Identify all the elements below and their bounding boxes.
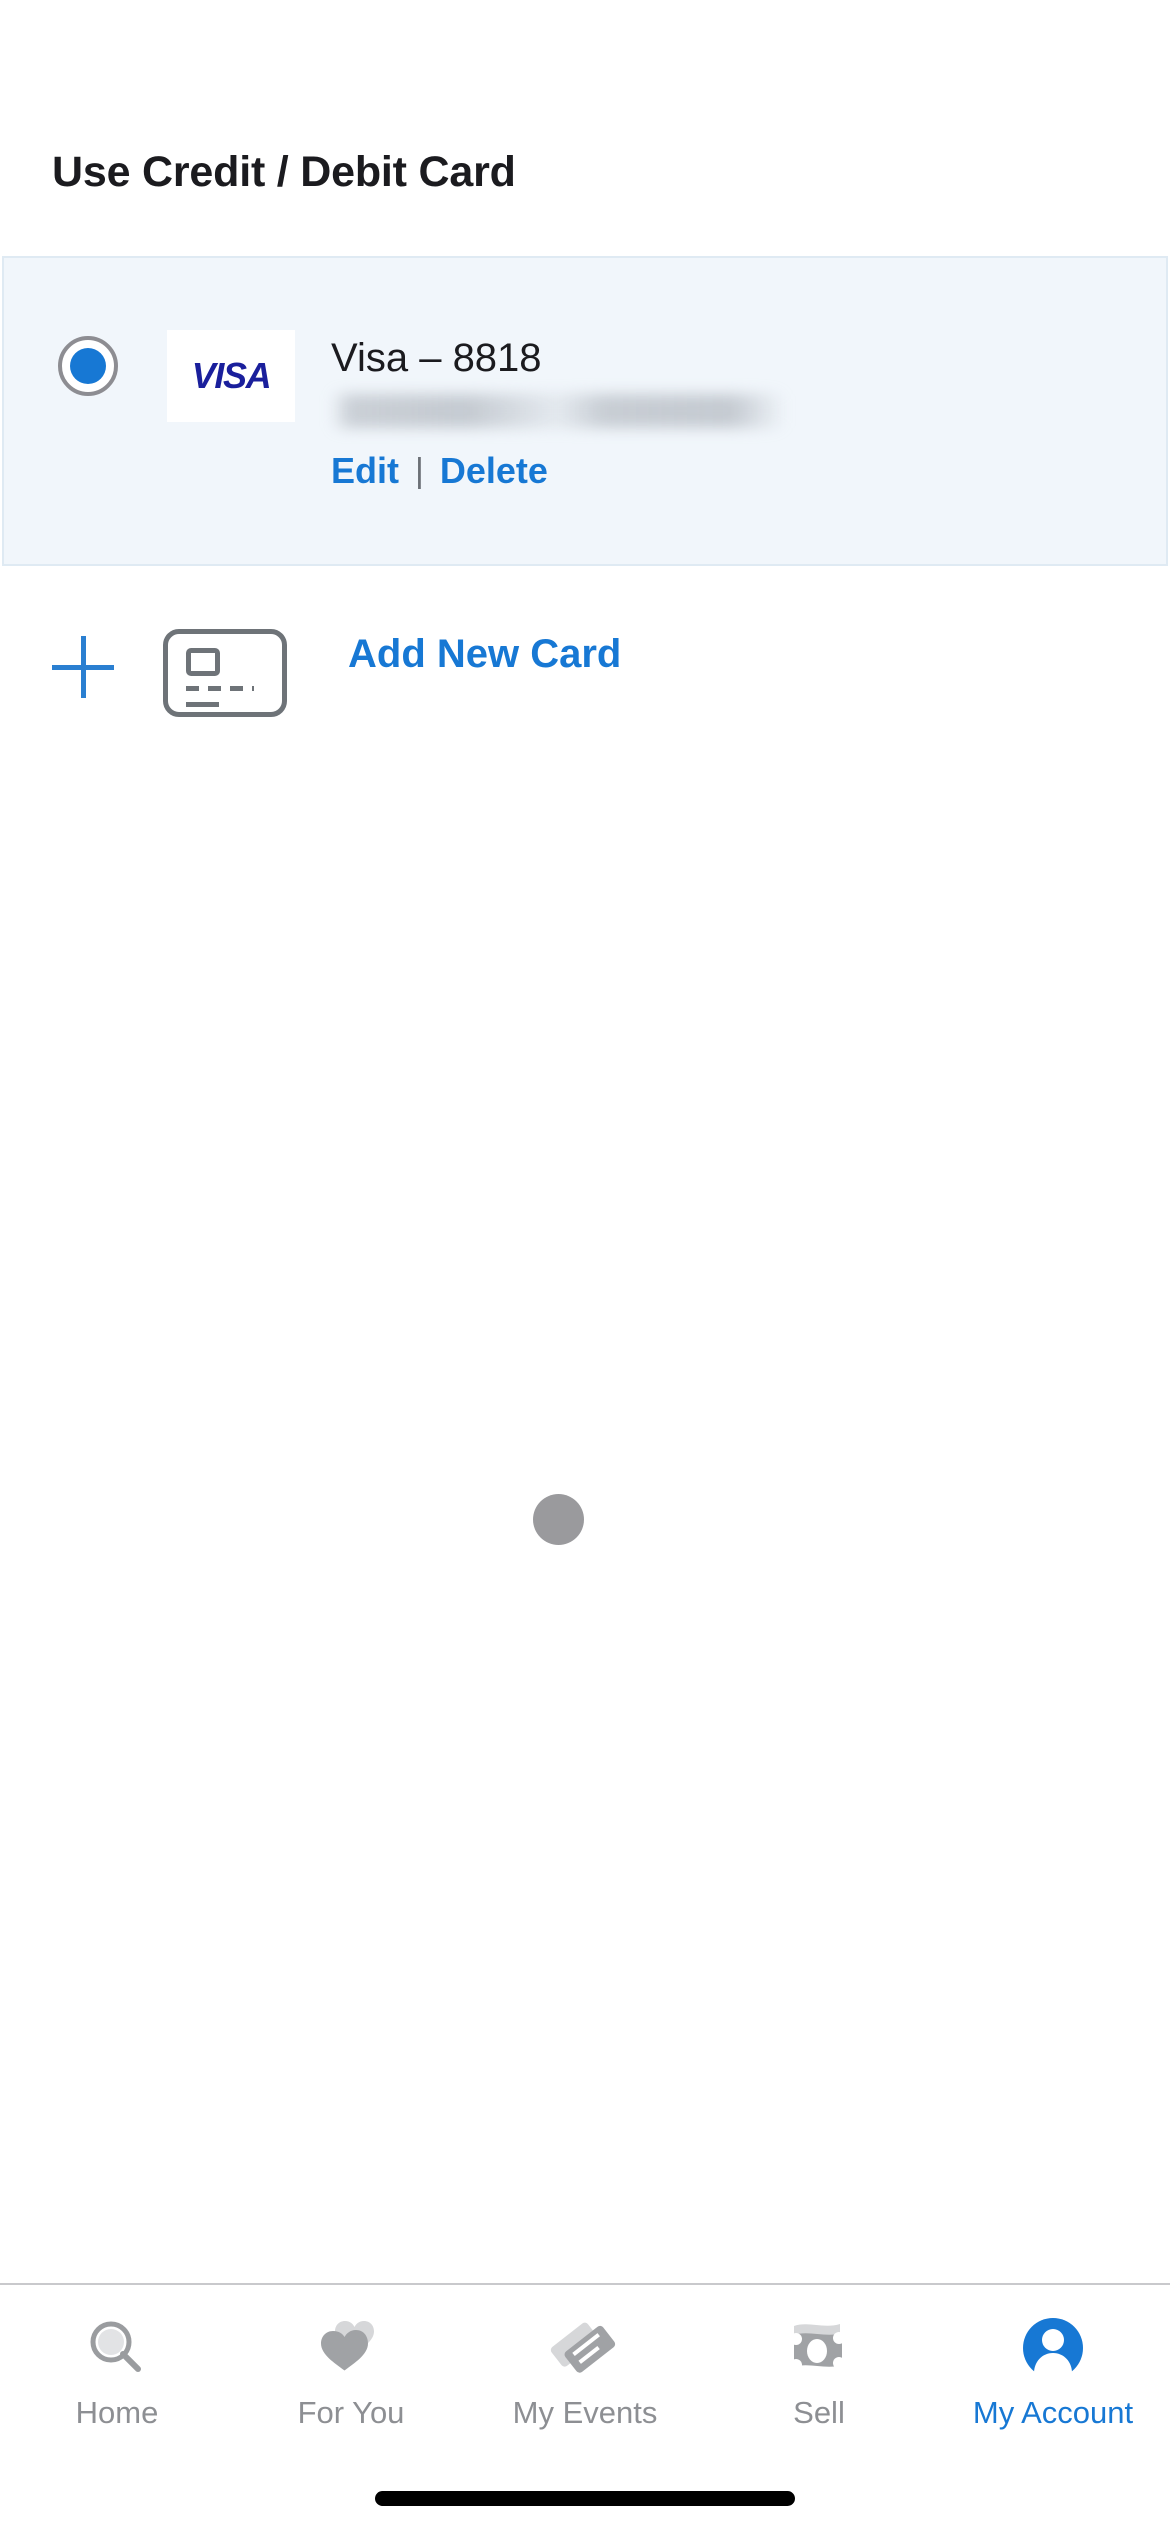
tap-indicator — [533, 1494, 584, 1545]
tab-my-events[interactable]: My Events — [468, 2285, 702, 2463]
radio-inner-dot — [70, 348, 106, 384]
tickets-icon — [540, 2309, 630, 2387]
tab-sell[interactable]: Sell — [702, 2285, 936, 2463]
hearts-icon — [306, 2309, 396, 2387]
saved-card-label: Visa – 8818 — [331, 336, 542, 380]
tab-for-you-label: For You — [297, 2395, 405, 2430]
add-new-card-row[interactable]: Add New Card — [0, 608, 1170, 728]
card-number-dashes — [186, 686, 254, 691]
payment-methods-screen: Use Credit / Debit Card VISA Visa – 8818… — [0, 0, 1170, 2532]
tab-my-account[interactable]: My Account — [936, 2285, 1170, 2463]
tab-my-events-label: My Events — [512, 2395, 658, 2430]
delete-card-link[interactable]: Delete — [440, 450, 548, 492]
tab-sell-label: Sell — [793, 2395, 845, 2430]
money-icon — [774, 2309, 864, 2387]
home-indicator — [375, 2491, 795, 2506]
tab-for-you[interactable]: For You — [234, 2285, 468, 2463]
tab-my-account-label: My Account — [972, 2395, 1134, 2430]
radio-selected-icon[interactable] — [58, 336, 118, 396]
plus-icon — [52, 636, 114, 698]
card-chip-shape — [186, 648, 220, 676]
visa-logo-text: VISA — [191, 355, 272, 396]
tab-home-label: Home — [75, 2395, 159, 2430]
tab-home[interactable]: Home — [0, 2285, 234, 2463]
visa-logo: VISA — [167, 330, 295, 422]
credit-card-outline-icon — [163, 629, 287, 717]
saved-card-details: Visa – 8818 Edit | Delete — [331, 336, 1091, 492]
edit-card-link[interactable]: Edit — [331, 450, 399, 492]
saved-card-actions: Edit | Delete — [331, 450, 1091, 492]
bottom-tab-bar: Home For You My Events Sell My Account — [0, 2283, 1170, 2463]
add-new-card-label[interactable]: Add New Card — [348, 632, 621, 677]
page-title: Use Credit / Debit Card — [52, 148, 516, 196]
billing-address-redacted — [331, 394, 786, 428]
search-icon — [72, 2309, 162, 2387]
saved-card-row[interactable]: VISA Visa – 8818 Edit | Delete — [2, 256, 1168, 566]
card-number-line — [186, 702, 219, 707]
action-separator: | — [415, 451, 424, 490]
person-icon — [1008, 2309, 1098, 2387]
